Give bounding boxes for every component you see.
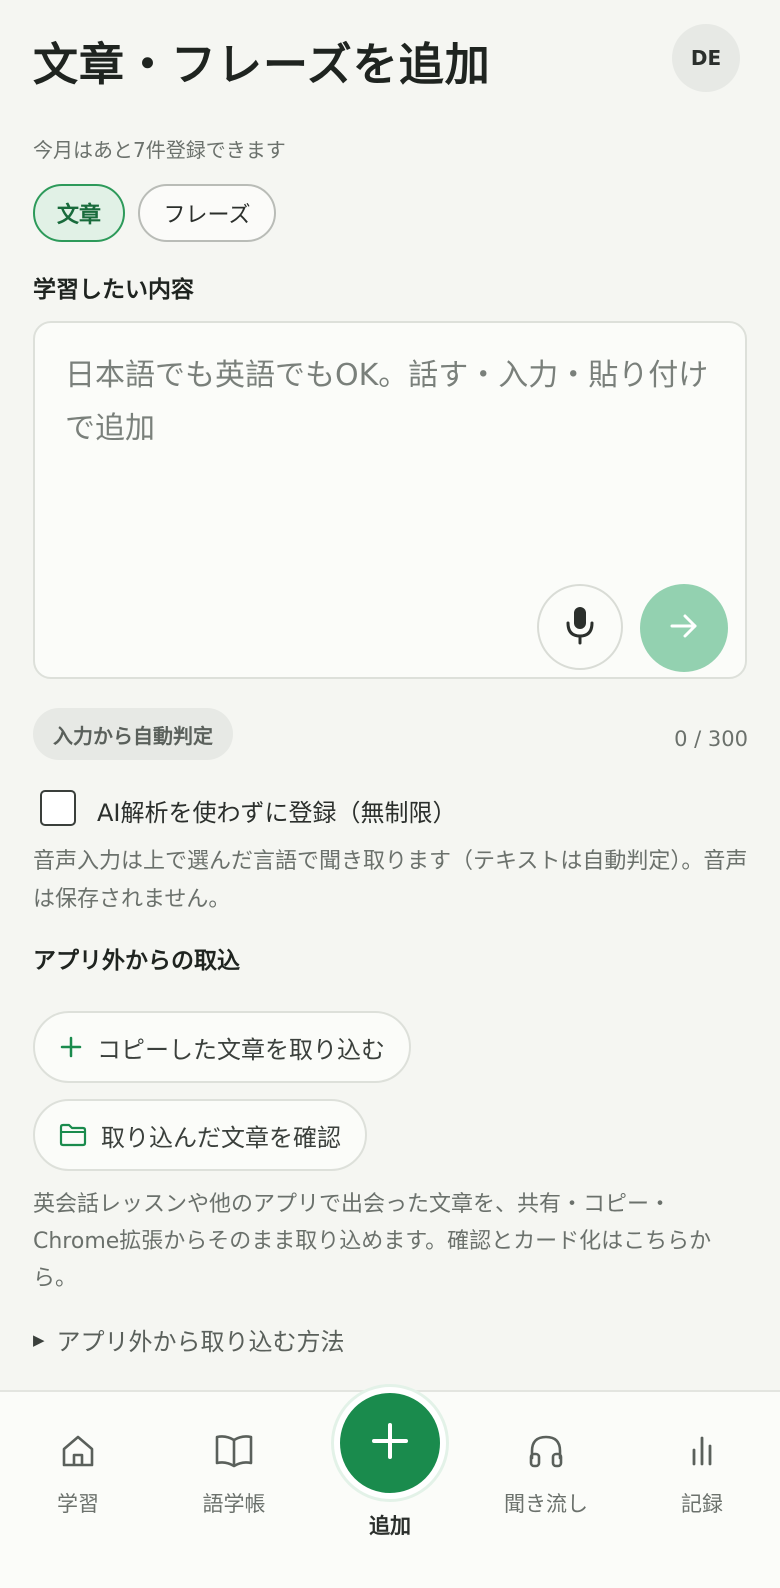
page-title: 文章・フレーズを追加 (33, 38, 491, 91)
review-imported-label: 取り込んだ文章を確認 (101, 1123, 341, 1152)
triangle-right-icon: ▶ (33, 1330, 45, 1349)
book-icon (214, 1432, 254, 1474)
plus-icon (370, 1421, 410, 1465)
nav-item-records[interactable]: 記録 (642, 1432, 762, 1518)
nav-label-wordbook: 語学帳 (202, 1492, 266, 1516)
nav-label-listening: 聞き流し (504, 1492, 588, 1516)
headphones-icon (527, 1432, 565, 1474)
arrow-right-icon (668, 610, 700, 646)
content-placeholder: 日本語でも英語でもOK。話す・入力・貼り付けで追加 (65, 358, 709, 446)
plus-icon (59, 1035, 83, 1059)
import-copied-button[interactable]: コピーした文章を取り込む (33, 1011, 411, 1083)
content-textarea[interactable]: 日本語でも英語でもOK。話す・入力・貼り付けで追加 (33, 321, 747, 679)
language-badge[interactable]: 入力から自動判定 (33, 708, 233, 760)
nav-item-listening[interactable]: 聞き流し (486, 1432, 606, 1518)
send-button[interactable] (640, 584, 728, 672)
content-section-label: 学習したい内容 (33, 277, 194, 303)
review-imported-button[interactable]: 取り込んだ文章を確認 (33, 1099, 367, 1171)
howto-label: アプリ外から取り込む方法 (56, 1328, 345, 1356)
avatar[interactable]: DE (672, 24, 740, 92)
chip-sentence[interactable]: 文章 (33, 184, 125, 242)
home-icon (59, 1432, 97, 1474)
bar-chart-icon (683, 1432, 721, 1474)
import-description: 英会話レッスンや他のアプリで出会った文章を、共有・コピー・Chrome拡張からそ… (33, 1192, 712, 1291)
char-counter: 0 / 300 (674, 727, 748, 751)
import-copied-label: コピーした文章を取り込む (97, 1035, 385, 1064)
quota-text: 今月はあと7件登録できます (33, 138, 286, 162)
nav-item-wordbook[interactable]: 語学帳 (174, 1432, 294, 1518)
add-fab-button[interactable] (334, 1387, 446, 1499)
mic-button[interactable] (537, 584, 623, 670)
voice-note: 音声入力は上で選んだ言語で聞き取ります（テキストは自動判定）。音声は保存されませ… (33, 849, 748, 912)
import-section-title: アプリ外からの取込 (33, 948, 240, 974)
mic-icon (563, 605, 597, 649)
chip-phrase[interactable]: フレーズ (138, 184, 276, 242)
nav-item-study[interactable]: 学習 (18, 1432, 138, 1518)
folder-icon (59, 1123, 87, 1147)
nav-label-study: 学習 (57, 1492, 99, 1516)
no-ai-checkbox[interactable] (40, 790, 76, 826)
howto-disclosure[interactable]: ▶ アプリ外から取り込む方法 (33, 1322, 345, 1357)
no-ai-checkbox-label[interactable]: AI解析を使わずに登録（無制限） (97, 793, 457, 828)
nav-label-add[interactable]: 追加 (330, 1510, 450, 1540)
nav-label-records: 記録 (681, 1492, 723, 1516)
